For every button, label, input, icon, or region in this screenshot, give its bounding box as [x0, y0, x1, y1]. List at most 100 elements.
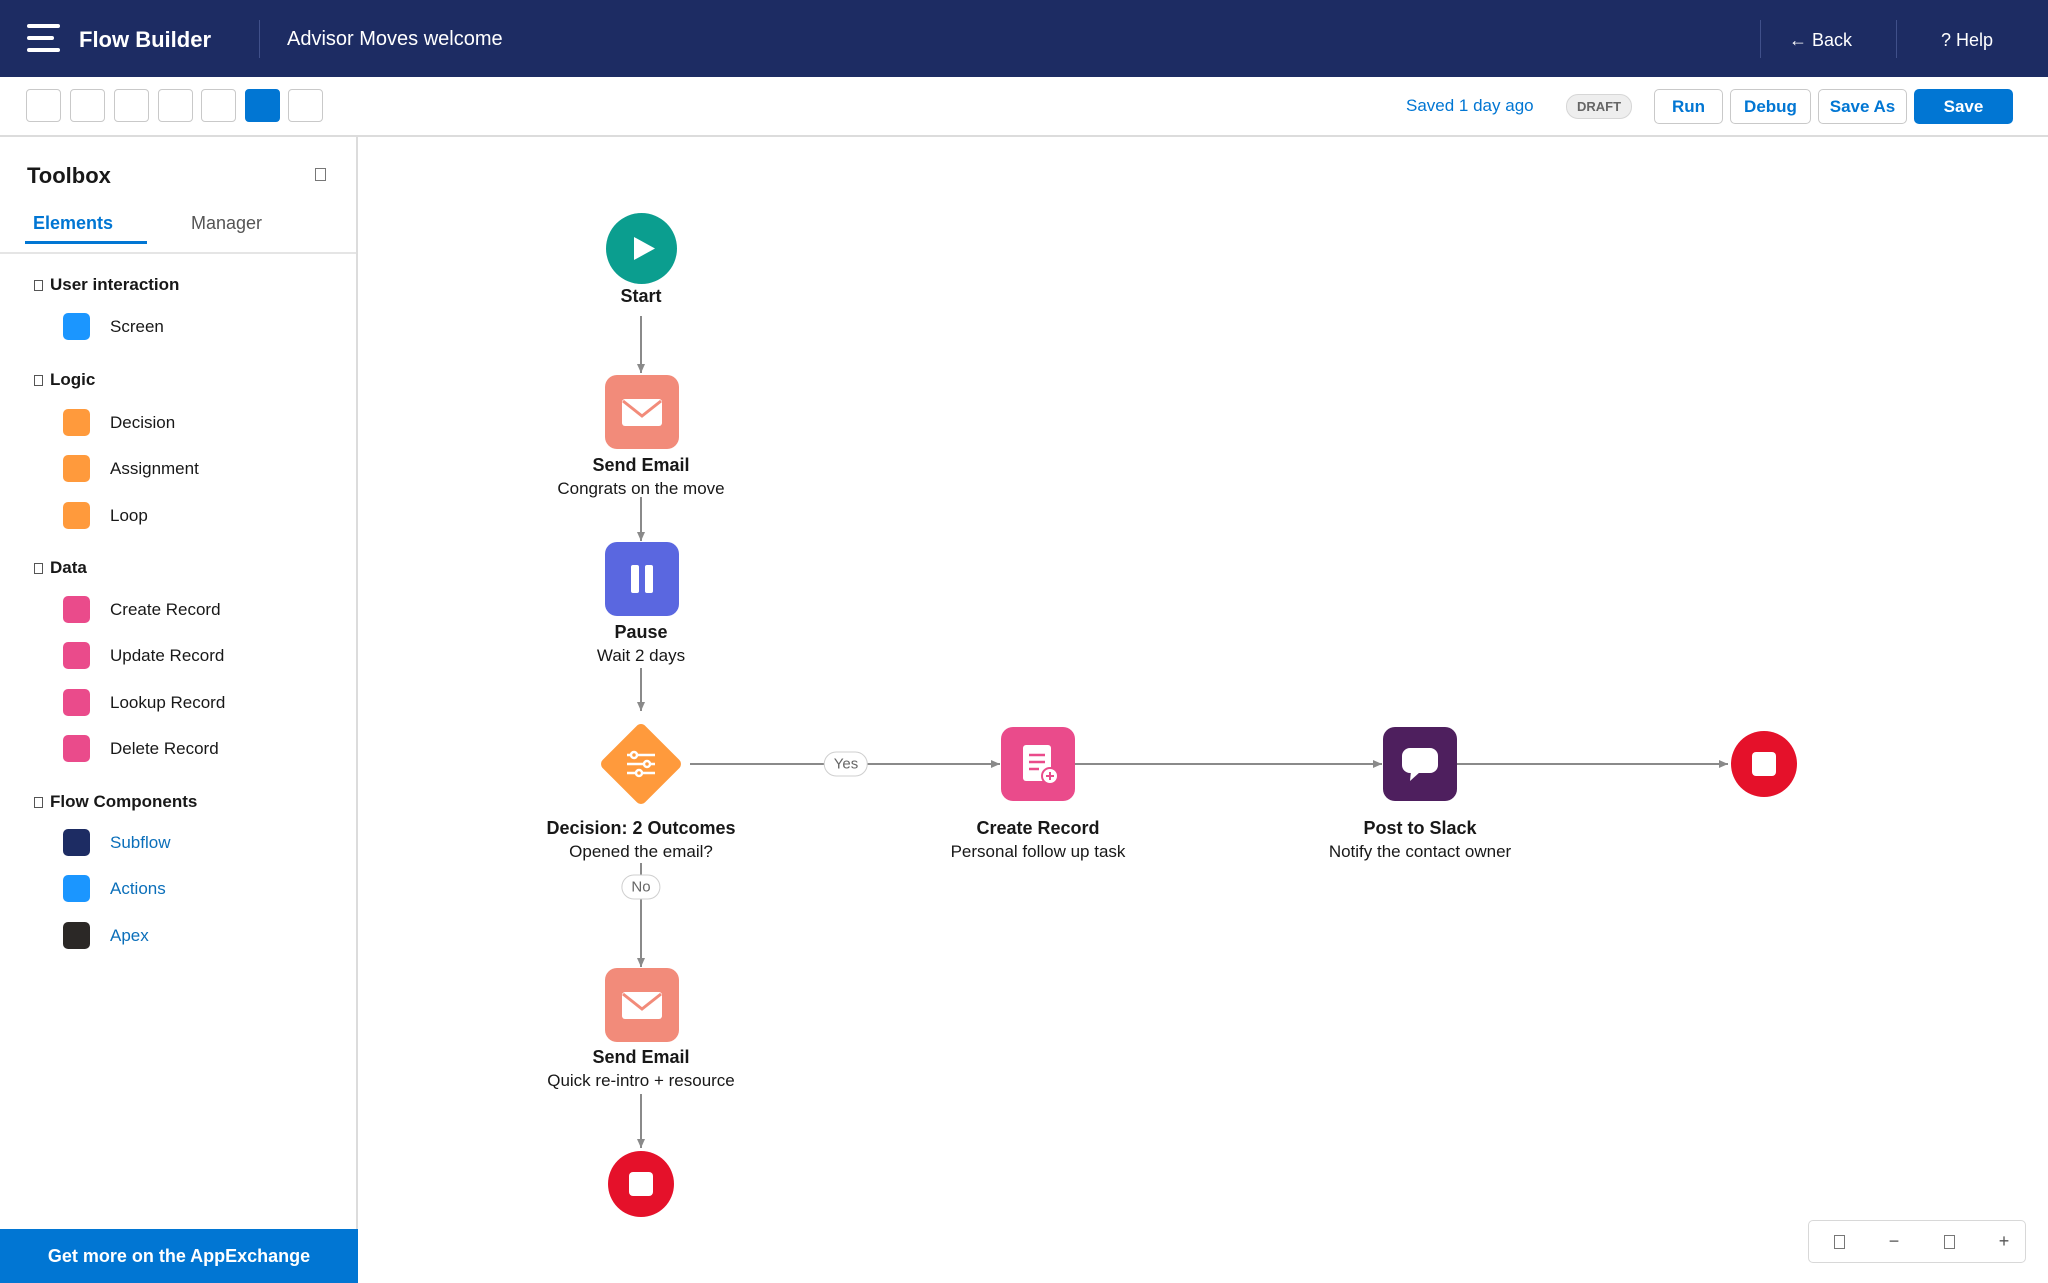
tool-item-screen[interactable]: Screen — [63, 313, 164, 340]
section-data[interactable]: Data — [34, 558, 87, 578]
section-logic[interactable]: Logic — [34, 370, 95, 390]
back-button[interactable]: ← Back — [1789, 30, 1852, 51]
tool-label: Loop — [110, 505, 148, 525]
save-as-button[interactable]: Save As — [1818, 89, 1907, 124]
start-node[interactable] — [606, 213, 677, 284]
tool-item-apex[interactable]: Apex — [63, 922, 149, 949]
email-icon — [605, 375, 679, 449]
reset-zoom-icon[interactable] — [1939, 1231, 1959, 1254]
tool-label: Delete Record — [110, 738, 219, 758]
create-record-subtitle: Personal follow up task — [950, 842, 1126, 861]
app-header: Flow Builder Advisor Moves welcome ← Bac… — [0, 0, 2048, 77]
fit-view-icon[interactable] — [1829, 1231, 1849, 1254]
play-icon — [606, 213, 677, 284]
no-outcome-label[interactable]: No — [621, 874, 661, 900]
flow-name: Advisor Moves welcome — [287, 28, 503, 50]
start-title: Start — [620, 286, 662, 306]
tab-elements[interactable]: Elements — [33, 213, 113, 234]
section-toggle-icon — [34, 796, 43, 808]
run-button[interactable]: Run — [1654, 89, 1723, 124]
toolbar-tool-button[interactable] — [201, 89, 236, 122]
create-record-title: Create Record — [976, 818, 1100, 838]
zoom-out-button[interactable]: − — [1884, 1231, 1904, 1252]
tool-label: Actions — [110, 878, 166, 898]
active-tab-indicator — [25, 241, 147, 244]
send-email-subtitle: Quick re-intro + resource — [547, 1071, 735, 1090]
email-icon — [605, 968, 679, 1042]
send-email-title: Send Email — [592, 455, 690, 475]
toolbox-panel: Toolbox Elements Manager User interactio… — [0, 137, 358, 1283]
pause-subtitle: Wait 2 days — [596, 646, 686, 665]
section-toggle-icon — [34, 374, 43, 386]
tool-label: Update Record — [110, 645, 225, 665]
subflow-icon — [63, 829, 90, 856]
section-user-interaction[interactable]: User interaction — [34, 275, 179, 295]
post-to-slack-node[interactable] — [1383, 727, 1457, 801]
lookup-record-icon — [63, 689, 90, 716]
end-node[interactable] — [1731, 731, 1797, 797]
toolbar-tool-button[interactable] — [114, 89, 149, 122]
save-button[interactable]: Save — [1914, 89, 2013, 124]
tool-item-loop[interactable]: Loop — [63, 502, 148, 529]
tool-item-actions[interactable]: Actions — [63, 875, 166, 902]
toolbar-tool-button[interactable] — [158, 89, 193, 122]
screen-icon — [63, 313, 90, 340]
section-toggle-icon — [34, 279, 43, 291]
tool-item-delete-record[interactable]: Delete Record — [63, 735, 219, 762]
flow-canvas[interactable]: Start Send Email Congrats on the move Pa… — [358, 137, 2048, 1283]
stop-icon — [608, 1151, 674, 1217]
tool-label: Decision — [110, 412, 176, 432]
section-flow-components[interactable]: Flow Components — [34, 792, 197, 812]
tool-item-decision[interactable]: Decision — [63, 409, 175, 436]
section-label: Data — [50, 558, 87, 577]
toolbar-tool-button-active[interactable] — [245, 89, 280, 122]
end-node-no-branch[interactable] — [608, 1151, 674, 1217]
update-record-icon — [63, 642, 90, 669]
header-divider — [1896, 20, 1897, 58]
appexchange-button[interactable]: Get more on the AppExchange — [0, 1229, 358, 1283]
connector-lines — [637, 316, 1728, 1148]
tool-item-lookup-record[interactable]: Lookup Record — [63, 689, 225, 716]
apex-icon — [63, 922, 90, 949]
section-label: Flow Components — [50, 792, 198, 811]
decision-icon — [601, 724, 681, 804]
assignment-icon — [63, 455, 90, 482]
tool-label: Create Record — [110, 599, 221, 619]
saved-status[interactable]: Saved 1 day ago — [1406, 96, 1534, 116]
tool-item-create-record[interactable]: Create Record — [63, 596, 221, 623]
loop-icon — [63, 502, 90, 529]
create-record-node[interactable] — [1001, 727, 1075, 801]
pause-title: Pause — [614, 622, 668, 642]
tab-manager[interactable]: Manager — [191, 213, 262, 234]
decision-node[interactable] — [592, 715, 690, 813]
toolbar-tool-button[interactable] — [26, 89, 61, 122]
zoom-in-button[interactable]: + — [1994, 1231, 2014, 1252]
section-label: User interaction — [50, 275, 180, 294]
yes-outcome-label[interactable]: Yes — [823, 751, 869, 777]
tool-item-assignment[interactable]: Assignment — [63, 455, 199, 482]
help-button[interactable]: ? Help — [1941, 30, 1993, 51]
toolbar-tool-button[interactable] — [288, 89, 323, 122]
toolbar-tool-button[interactable] — [70, 89, 105, 122]
decision-title: Decision: 2 Outcomes — [546, 818, 736, 838]
tool-item-update-record[interactable]: Update Record — [63, 642, 224, 669]
decision-subtitle: Opened the email? — [569, 842, 713, 861]
post-to-slack-title: Post to Slack — [1363, 818, 1477, 838]
post-to-slack-subtitle: Notify the contact owner — [1328, 842, 1512, 861]
tool-label: Lookup Record — [110, 692, 226, 712]
tool-item-subflow[interactable]: Subflow — [63, 829, 170, 856]
header-divider — [1760, 20, 1761, 58]
menu-icon[interactable] — [27, 24, 60, 52]
tool-label: Screen — [110, 316, 164, 336]
zoom-controls: − + — [1808, 1220, 2026, 1263]
tab-divider — [0, 252, 356, 254]
debug-button[interactable]: Debug — [1730, 89, 1811, 124]
delete-record-icon — [63, 735, 90, 762]
create-record-icon — [63, 596, 90, 623]
send-email-node[interactable] — [605, 375, 679, 449]
send-email-node-no-branch[interactable] — [605, 968, 679, 1042]
pause-node[interactable] — [605, 542, 679, 616]
chat-bubble-icon — [1383, 727, 1457, 801]
app-title: Flow Builder — [79, 27, 211, 52]
collapse-panel-icon[interactable] — [315, 168, 326, 181]
